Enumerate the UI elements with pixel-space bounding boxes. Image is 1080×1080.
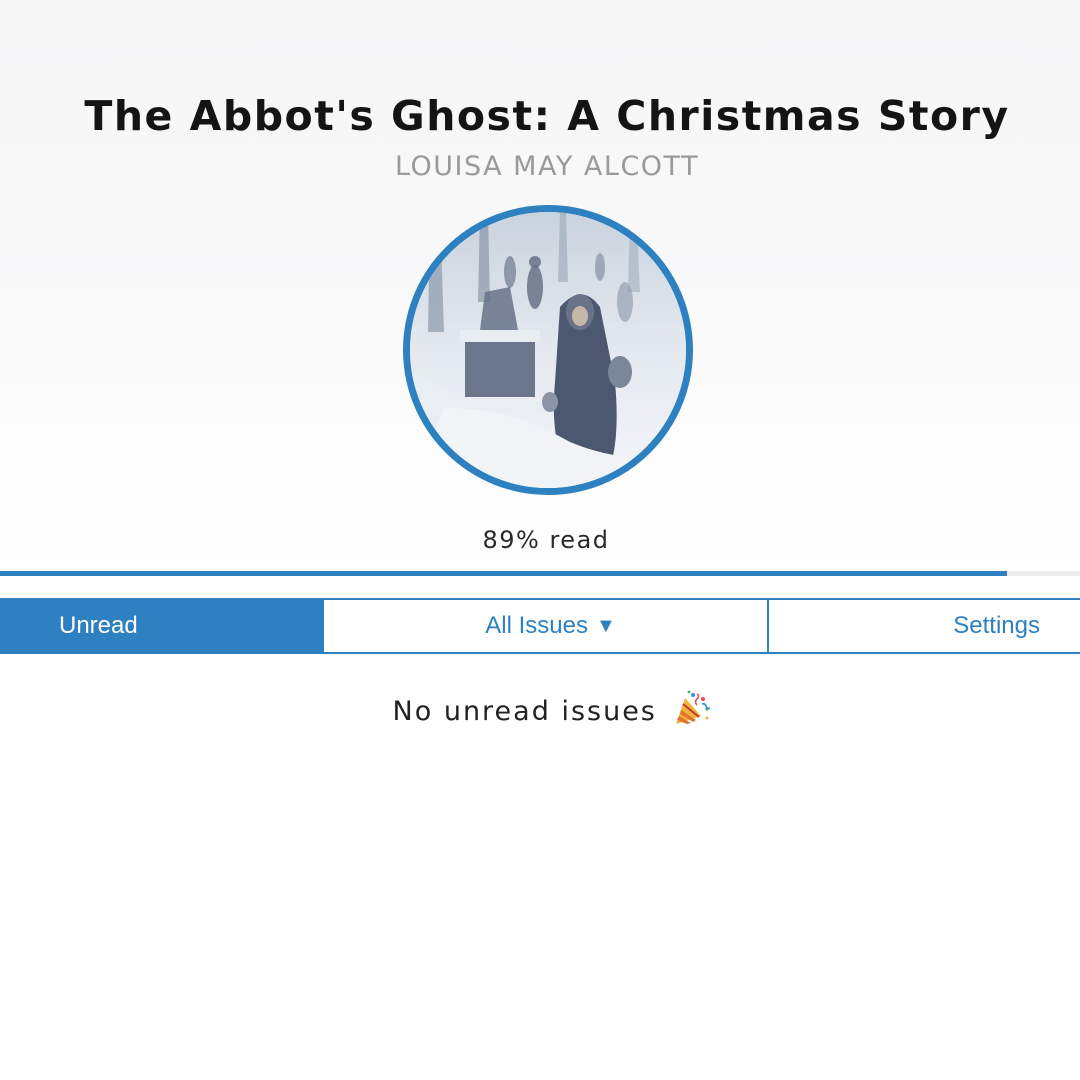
empty-state: No unread issues bbox=[0, 690, 1080, 733]
tab-all-issues-label: All Issues bbox=[485, 612, 588, 639]
empty-state-message: No unread issues bbox=[392, 696, 657, 727]
progress-bar bbox=[0, 571, 1080, 576]
party-popper-icon bbox=[673, 690, 711, 733]
tab-all-issues[interactable]: All Issues ▼ bbox=[324, 600, 769, 652]
winter-street-illustration-icon bbox=[410, 212, 686, 488]
book-title: The Abbot's Ghost: A Christmas Story bbox=[84, 92, 1010, 140]
progress-label: 89% read bbox=[482, 526, 610, 554]
tab-settings-label: Settings bbox=[953, 612, 1040, 639]
tab-unread[interactable]: Unread bbox=[0, 600, 324, 652]
progress-bar-fill bbox=[0, 571, 1008, 576]
tab-settings[interactable]: Settings bbox=[769, 600, 1080, 652]
book-author: LOUISA MAY ALCOTT bbox=[394, 151, 700, 182]
tab-unread-label: Unread bbox=[59, 612, 138, 639]
book-header: The Abbot's Ghost: A Christmas Story LOU… bbox=[0, 0, 1080, 572]
caret-down-icon: ▼ bbox=[595, 614, 616, 637]
book-cover-image bbox=[403, 205, 693, 495]
book-page: The Abbot's Ghost: A Christmas Story LOU… bbox=[0, 0, 1080, 1080]
issue-tabs: Unread All Issues ▼ Settings bbox=[0, 598, 1080, 654]
